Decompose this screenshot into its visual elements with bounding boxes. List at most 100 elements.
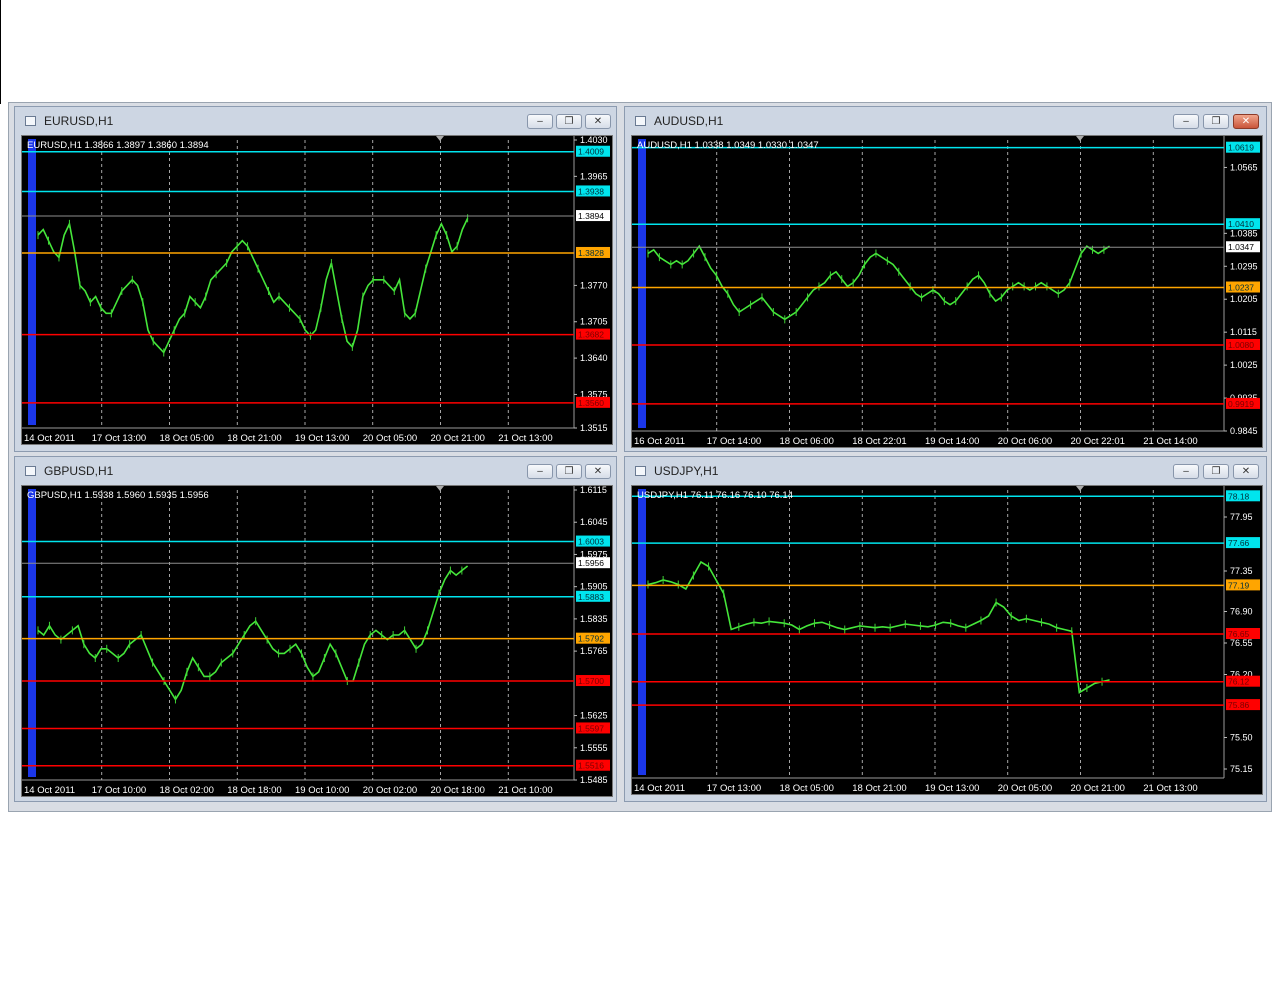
- time-label: 14 Oct 2011: [24, 785, 75, 796]
- session-highlight: [28, 139, 36, 425]
- level-price-label: 1.3938: [578, 186, 604, 196]
- price-tick-label: 1.0385: [1230, 228, 1258, 238]
- session-highlight: [28, 489, 36, 777]
- price-tick-label: 76.90: [1230, 607, 1253, 617]
- chart-shift-marker: [1076, 486, 1084, 491]
- price-series-line: [647, 560, 1110, 694]
- window-title: AUDUSD,H1: [654, 114, 724, 128]
- close-button[interactable]: ✕: [1233, 114, 1259, 129]
- level-price-label: 1.3682: [578, 330, 604, 340]
- minimize-button[interactable]: –: [1173, 464, 1199, 479]
- chart-area[interactable]: 14 Oct 2011 17 Oct 10:00 18 Oct 02:00 18 Oc…: [21, 485, 613, 797]
- chart-window-usdjpy[interactable]: USDJPY,H1 – ❐ ✕ 14 Oct 2011 17 Oct 13:00 1…: [624, 456, 1267, 802]
- chart-window-eurusd[interactable]: EURUSD,H1 – ❐ ✕ 14 Oct 2011 17 Oct 13:00 1…: [14, 106, 617, 452]
- chart-header: AUDUSD,H1 1.0338 1.0349 1.0330 1.0347: [637, 140, 819, 151]
- minimize-button[interactable]: –: [527, 464, 553, 479]
- price-series-line: [647, 244, 1111, 321]
- session-highlight: [638, 139, 646, 428]
- level-price-label: 78.18: [1228, 491, 1250, 501]
- time-label: 18 Oct 06:00: [780, 436, 834, 447]
- restore-button[interactable]: ❐: [556, 464, 582, 479]
- time-label: 20 Oct 02:00: [363, 785, 417, 796]
- chart-shift-marker: [436, 136, 444, 141]
- level-price-label: 1.3560: [578, 398, 604, 408]
- time-label: 18 Oct 21:00: [852, 783, 906, 794]
- chart-window-icon: [25, 116, 36, 126]
- close-button[interactable]: ✕: [585, 114, 611, 129]
- window-title: EURUSD,H1: [44, 114, 114, 128]
- time-label: 20 Oct 06:00: [998, 436, 1052, 447]
- price-tick-label: 0.9845: [1230, 426, 1258, 436]
- level-price-label: 0.9919: [1228, 399, 1254, 409]
- time-label: 20 Oct 21:00: [431, 433, 485, 444]
- window-titlebar[interactable]: USDJPY,H1 – ❐ ✕: [625, 457, 1266, 485]
- restore-button[interactable]: ❐: [1203, 114, 1229, 129]
- level-price-label: 77.66: [1228, 538, 1250, 548]
- level-price-label: 1.5956: [578, 558, 604, 568]
- close-button[interactable]: ✕: [585, 464, 611, 479]
- time-label: 19 Oct 14:00: [925, 436, 979, 447]
- time-label: 21 Oct 14:00: [1143, 436, 1197, 447]
- window-title: GBPUSD,H1: [44, 464, 114, 478]
- price-tick-label: 77.35: [1230, 566, 1253, 576]
- price-tick-label: 1.3705: [580, 317, 608, 327]
- chart-header: USDJPY,H1 76.11 76.16 76.10 76.14: [637, 490, 793, 501]
- restore-button[interactable]: ❐: [1203, 464, 1229, 479]
- window-title: USDJPY,H1: [654, 464, 719, 478]
- level-price-label: 1.5883: [578, 592, 604, 602]
- time-label: 20 Oct 22:01: [1071, 436, 1125, 447]
- level-price-label: 76.65: [1228, 629, 1250, 639]
- minimize-button[interactable]: –: [1173, 114, 1199, 129]
- window-titlebar[interactable]: AUDUSD,H1 – ❐ ✕: [625, 107, 1266, 135]
- level-price-label: 1.0347: [1228, 242, 1254, 252]
- chart-window-gbpusd[interactable]: GBPUSD,H1 – ❐ ✕ 14 Oct 2011 17 Oct 10:00 1…: [14, 456, 617, 802]
- level-price-label: 1.5700: [578, 676, 604, 686]
- time-label: 18 Oct 21:00: [227, 433, 281, 444]
- level-price-label: 1.0237: [1228, 283, 1254, 293]
- price-tick-label: 1.5625: [580, 711, 608, 721]
- level-price-label: 1.0080: [1228, 340, 1254, 350]
- chart-area[interactable]: 14 Oct 2011 17 Oct 13:00 18 Oct 05:00 18 Oc…: [631, 485, 1263, 795]
- price-tick-label: 76.55: [1230, 638, 1253, 648]
- price-chart: 14 Oct 2011 17 Oct 13:00 18 Oct 05:00 18 Oc…: [632, 486, 1260, 794]
- time-label: 21 Oct 13:00: [1143, 783, 1197, 794]
- time-label: 17 Oct 14:00: [707, 436, 761, 447]
- screen-edge: [0, 0, 1, 104]
- time-label: 20 Oct 18:00: [431, 785, 485, 796]
- session-highlight: [638, 489, 646, 775]
- price-tick-label: 1.6115: [580, 486, 607, 495]
- price-tick-label: 75.15: [1230, 764, 1253, 774]
- chart-shift-marker: [436, 486, 444, 491]
- price-tick-label: 1.3515: [580, 423, 608, 433]
- price-tick-label: 1.6045: [580, 517, 608, 527]
- price-tick-label: 1.5905: [580, 582, 608, 592]
- price-tick-label: 1.3965: [580, 171, 608, 181]
- price-tick-label: 1.5485: [580, 775, 608, 785]
- chart-window-audusd[interactable]: AUDUSD,H1 – ❐ ✕ 16 Oct 2011 17 Oct 14:00 1…: [624, 106, 1267, 452]
- price-tick-label: 1.0295: [1230, 261, 1258, 271]
- close-button[interactable]: ✕: [1233, 464, 1259, 479]
- time-label: 21 Oct 13:00: [498, 433, 552, 444]
- price-tick-label: 1.3770: [580, 280, 608, 290]
- minimize-button[interactable]: –: [527, 114, 553, 129]
- level-price-label: 1.3894: [578, 211, 604, 221]
- price-tick-label: 1.0565: [1230, 162, 1258, 172]
- time-label: 18 Oct 05:00: [780, 783, 834, 794]
- level-price-label: 1.3828: [578, 248, 604, 258]
- chart-area[interactable]: 14 Oct 2011 17 Oct 13:00 18 Oct 05:00 18 Oc…: [21, 135, 613, 445]
- time-label: 14 Oct 2011: [24, 433, 75, 444]
- time-label: 17 Oct 10:00: [92, 785, 146, 796]
- time-label: 20 Oct 21:00: [1071, 783, 1125, 794]
- level-price-label: 1.5597: [578, 723, 604, 733]
- level-price-label: 1.0619: [1228, 143, 1254, 153]
- price-chart: 14 Oct 2011 17 Oct 10:00 18 Oct 02:00 18 Oc…: [22, 485, 610, 796]
- time-label: 14 Oct 2011: [634, 783, 685, 794]
- chart-area[interactable]: 16 Oct 2011 17 Oct 14:00 18 Oct 06:00 18 Oc…: [631, 135, 1263, 448]
- window-titlebar[interactable]: GBPUSD,H1 – ❐ ✕: [15, 457, 616, 485]
- window-titlebar[interactable]: EURUSD,H1 – ❐ ✕: [15, 107, 616, 135]
- restore-button[interactable]: ❐: [556, 114, 582, 129]
- price-tick-label: 1.5835: [580, 614, 608, 624]
- time-label: 17 Oct 13:00: [707, 783, 761, 794]
- price-tick-label: 75.50: [1230, 733, 1253, 743]
- level-price-label: 1.4009: [578, 147, 604, 157]
